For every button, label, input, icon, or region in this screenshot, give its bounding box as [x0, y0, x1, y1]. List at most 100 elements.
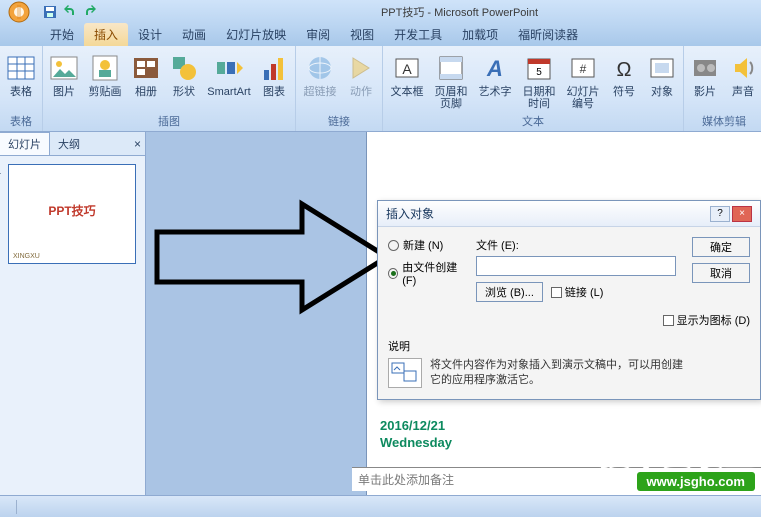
movie-icon: [689, 52, 721, 84]
movie-button[interactable]: 影片: [688, 50, 722, 98]
group-media: 影片 声音 媒体剪辑: [684, 46, 761, 131]
status-bar: [0, 495, 761, 517]
clipart-button[interactable]: 剪贴画: [85, 50, 125, 98]
group-label-illust: 插图: [47, 112, 291, 131]
symbol-button[interactable]: Ω符号: [607, 50, 641, 98]
object-button[interactable]: 对象: [645, 50, 679, 98]
panel-close-button[interactable]: ×: [130, 137, 145, 151]
datetime-icon: 5: [523, 52, 555, 84]
window-title: PPT技巧 - Microsoft PowerPoint: [98, 4, 761, 20]
ribbon: 表格 表格 图片 剪贴画 相册 形状 SmartArt 图表 插图 超链接 动作…: [0, 46, 761, 132]
tab-slideshow[interactable]: 幻灯片放映: [216, 23, 296, 46]
slide-number: 1: [0, 165, 1, 177]
group-label-text: 文本: [387, 112, 679, 131]
textbox-button[interactable]: A文本框: [387, 50, 427, 98]
svg-text:5: 5: [536, 67, 542, 78]
cancel-button[interactable]: 取消: [692, 263, 750, 283]
desc-label: 说明: [388, 338, 750, 354]
shapes-icon: [168, 52, 200, 84]
tab-insert[interactable]: 插入: [84, 23, 128, 46]
browse-button[interactable]: 浏览 (B)...: [476, 282, 543, 302]
file-input[interactable]: [476, 256, 676, 276]
picture-icon: [48, 52, 80, 84]
tab-design[interactable]: 设计: [128, 23, 172, 46]
album-icon: [130, 52, 162, 84]
symbol-icon: Ω: [608, 52, 640, 84]
tab-animations[interactable]: 动画: [172, 23, 216, 46]
tab-foxit[interactable]: 福昕阅读器: [508, 23, 588, 46]
panel-tab-slides[interactable]: 幻灯片: [0, 132, 50, 155]
dialog-help-button[interactable]: ?: [710, 206, 730, 222]
textbox-icon: A: [391, 52, 423, 84]
thumb-title: PPT技巧: [48, 202, 95, 219]
tab-view[interactable]: 视图: [340, 23, 384, 46]
wordart-icon: A: [479, 52, 511, 84]
radio-create-from-file[interactable]: 由文件创建 (F): [388, 259, 468, 287]
smartart-icon: [213, 52, 245, 84]
tab-addins[interactable]: 加载项: [452, 23, 508, 46]
group-label-links: 链接: [300, 112, 378, 131]
picture-button[interactable]: 图片: [47, 50, 81, 98]
table-button[interactable]: 表格: [4, 50, 38, 98]
panel-tabs: 幻灯片 大纲 ×: [0, 132, 145, 156]
office-button[interactable]: [0, 0, 38, 24]
svg-text:#: #: [580, 62, 587, 76]
album-button[interactable]: 相册: [129, 50, 163, 98]
group-illustrations: 图片 剪贴画 相册 形状 SmartArt 图表 插图: [43, 46, 296, 131]
undo-icon[interactable]: [62, 4, 78, 20]
title-bar: PPT技巧 - Microsoft PowerPoint: [0, 0, 761, 24]
action-icon: [345, 52, 377, 84]
save-icon[interactable]: [42, 4, 58, 20]
hyperlink-button[interactable]: 超链接: [300, 50, 340, 98]
show-as-icon-checkbox[interactable]: 显示为图标 (D): [388, 312, 750, 328]
table-icon: [5, 52, 37, 84]
group-tables: 表格 表格: [0, 46, 43, 131]
desc-text: 将文件内容作为对象插入到演示文稿中，可以用创建它的应用程序激活它。: [430, 358, 750, 389]
slide-day: Wednesday: [380, 435, 452, 452]
group-text: A文本框 页眉和 页脚 A艺术字 5日期和 时间 #幻灯片 编号 Ω符号 对象 …: [383, 46, 684, 131]
hyperlink-icon: [304, 52, 336, 84]
quick-access-toolbar: [38, 4, 98, 20]
group-links: 超链接 动作 链接: [296, 46, 383, 131]
headerfooter-button[interactable]: 页眉和 页脚: [431, 50, 471, 110]
tab-developer[interactable]: 开发工具: [384, 23, 452, 46]
slidenum-button[interactable]: #幻灯片 编号: [563, 50, 603, 110]
ok-button[interactable]: 确定: [692, 237, 750, 257]
group-label-media: 媒体剪辑: [688, 112, 760, 131]
svg-text:A: A: [402, 61, 412, 77]
clipart-icon: [89, 52, 121, 84]
dialog-titlebar[interactable]: 插入对象 ? ×: [378, 201, 760, 227]
dialog-close-button[interactable]: ×: [732, 206, 752, 222]
notes-pane[interactable]: 单击此处添加备注: [352, 467, 761, 491]
panel-tab-outline[interactable]: 大纲: [50, 133, 88, 155]
action-button[interactable]: 动作: [344, 50, 378, 98]
shapes-button[interactable]: 形状: [167, 50, 201, 98]
svg-text:A: A: [486, 56, 503, 81]
headerfooter-icon: [435, 52, 467, 84]
slide-date-stamp: 2016/12/21 Wednesday: [380, 418, 452, 452]
chart-icon: [258, 52, 290, 84]
link-checkbox[interactable]: 链接 (L): [551, 284, 604, 300]
redo-icon[interactable]: [82, 4, 98, 20]
insert-object-dialog: 插入对象 ? × 新建 (N) 由文件创建 (F) 文件 (E): 浏览 (B)…: [377, 200, 761, 400]
svg-text:Ω: Ω: [617, 59, 632, 81]
slide-date: 2016/12/21: [380, 418, 452, 435]
sound-icon: [727, 52, 759, 84]
slidenum-icon: #: [567, 52, 599, 84]
smartart-button[interactable]: SmartArt: [205, 50, 253, 98]
slides-panel: 幻灯片 大纲 × 1 PPT技巧 XINGXU: [0, 132, 146, 517]
slide-thumbnail-1[interactable]: 1 PPT技巧 XINGXU: [8, 164, 136, 264]
chart-button[interactable]: 图表: [257, 50, 291, 98]
group-label-tables: 表格: [4, 112, 38, 131]
dialog-title: 插入对象: [386, 205, 708, 222]
sound-button[interactable]: 声音: [726, 50, 760, 98]
tab-home[interactable]: 开始: [40, 23, 84, 46]
tab-review[interactable]: 审阅: [296, 23, 340, 46]
wordart-button[interactable]: A艺术字: [475, 50, 515, 98]
table-label: 表格: [10, 86, 32, 98]
datetime-button[interactable]: 5日期和 时间: [519, 50, 559, 110]
radio-create-new[interactable]: 新建 (N): [388, 237, 468, 253]
desc-icon: [388, 358, 422, 388]
thumb-footer-left: XINGXU: [13, 253, 40, 260]
ribbon-tabs: 开始 插入 设计 动画 幻灯片放映 审阅 视图 开发工具 加载项 福昕阅读器: [0, 24, 761, 46]
